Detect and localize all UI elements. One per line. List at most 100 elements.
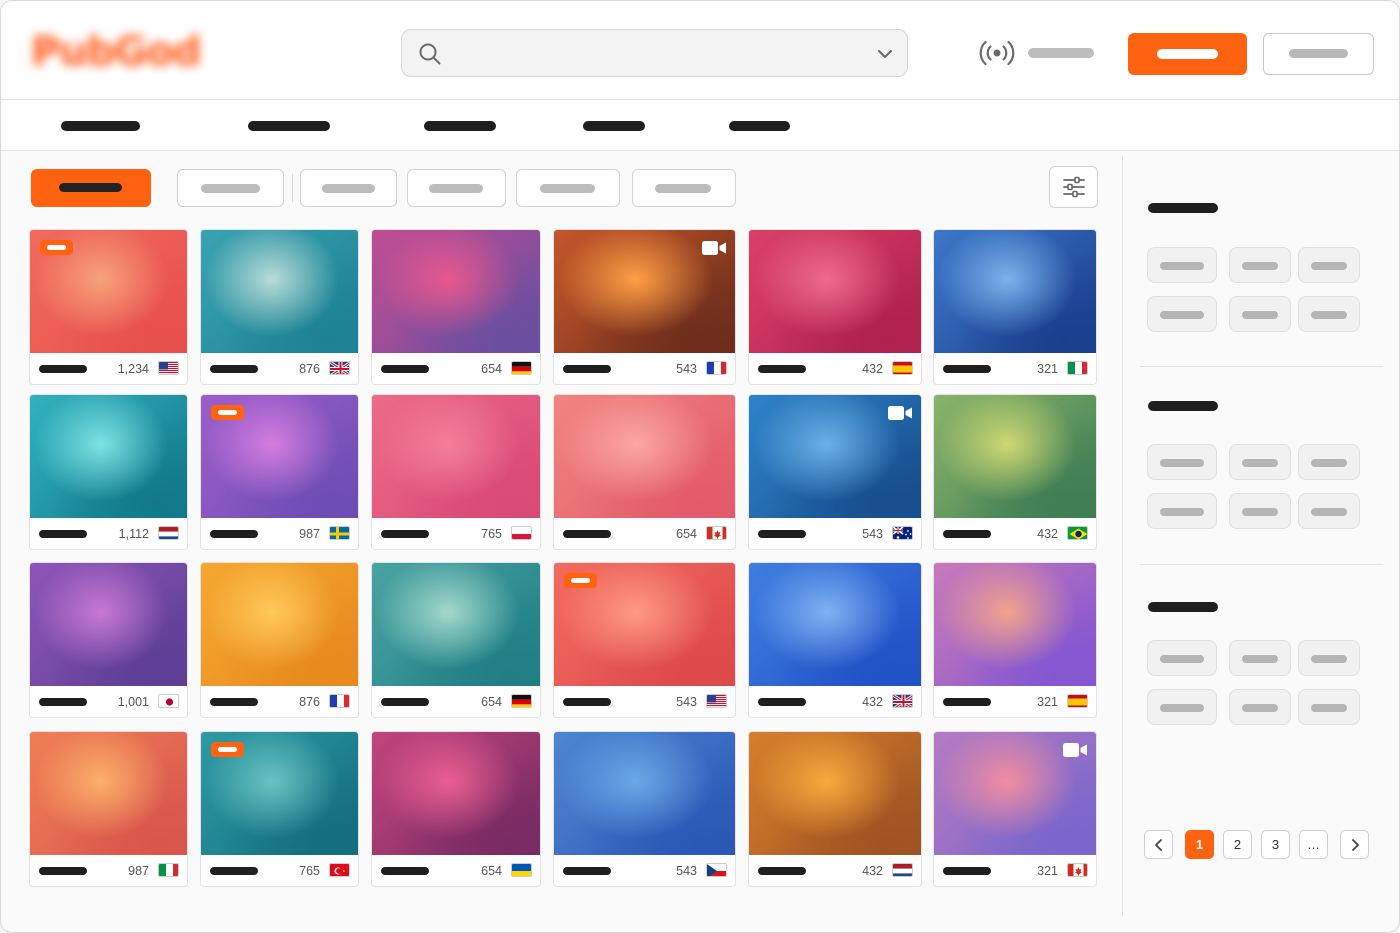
prev-page-button[interactable] [1144, 830, 1173, 859]
logo[interactable]: PubGod [31, 27, 235, 77]
card-title-placeholder[interactable] [943, 867, 991, 875]
video-thumbnail[interactable] [30, 732, 187, 855]
sidebar-tag[interactable] [1298, 493, 1360, 529]
filter-chip[interactable] [407, 169, 506, 207]
card-title-placeholder[interactable] [943, 698, 991, 706]
card-title-placeholder[interactable] [39, 365, 87, 373]
video-card[interactable]: 321 [933, 731, 1097, 887]
card-title-placeholder[interactable] [381, 698, 429, 706]
card-title-placeholder[interactable] [758, 530, 806, 538]
card-title-placeholder[interactable] [943, 530, 991, 538]
nav-item-2[interactable] [248, 121, 330, 131]
card-title-placeholder[interactable] [210, 867, 258, 875]
video-card[interactable]: 432 [748, 731, 922, 887]
video-card[interactable]: 321 [933, 562, 1097, 718]
sidebar-tag[interactable] [1229, 444, 1291, 480]
video-card[interactable]: 543 [553, 562, 736, 718]
video-card[interactable]: 432 [748, 562, 922, 718]
card-title-placeholder[interactable] [943, 365, 991, 373]
nav-item-5[interactable] [729, 121, 790, 131]
card-title-placeholder[interactable] [210, 698, 258, 706]
search-input[interactable] [456, 38, 856, 68]
video-card[interactable]: 987 [200, 394, 359, 550]
card-title-placeholder[interactable] [39, 867, 87, 875]
card-title-placeholder[interactable] [39, 530, 87, 538]
video-card[interactable]: 876 [200, 562, 359, 718]
live-label-placeholder[interactable] [1028, 48, 1094, 58]
video-thumbnail[interactable] [749, 230, 921, 353]
nav-item-1[interactable] [61, 121, 140, 131]
filter-chip[interactable] [516, 169, 620, 207]
card-title-placeholder[interactable] [758, 698, 806, 706]
video-thumbnail[interactable] [372, 230, 540, 353]
video-thumbnail[interactable] [749, 732, 921, 855]
video-card[interactable]: 654 [553, 394, 736, 550]
page-1-button[interactable]: 1 [1185, 830, 1214, 859]
filter-chip[interactable] [177, 169, 284, 207]
video-thumbnail[interactable] [30, 395, 187, 518]
live-broadcast-icon[interactable] [979, 39, 1015, 67]
card-title-placeholder[interactable] [210, 365, 258, 373]
video-card[interactable]: 1,001 [29, 562, 188, 718]
video-card[interactable]: 654 [371, 562, 541, 718]
chevron-down-icon[interactable] [875, 44, 895, 64]
video-card[interactable]: 765 [371, 394, 541, 550]
video-thumbnail[interactable] [749, 563, 921, 686]
secondary-action-button[interactable] [1263, 33, 1374, 75]
card-title-placeholder[interactable] [39, 698, 87, 706]
page-2-button[interactable]: 2 [1223, 830, 1252, 859]
sidebar-tag[interactable] [1298, 444, 1360, 480]
card-title-placeholder[interactable] [758, 867, 806, 875]
sidebar-tag[interactable] [1229, 640, 1291, 676]
filter-chip[interactable] [300, 169, 397, 207]
video-card[interactable]: 543 [748, 394, 922, 550]
sidebar-tag[interactable] [1298, 247, 1360, 283]
primary-action-button[interactable] [1128, 33, 1247, 75]
filter-settings-button[interactable] [1049, 166, 1098, 208]
sidebar-tag[interactable] [1229, 493, 1291, 529]
card-title-placeholder[interactable] [758, 365, 806, 373]
page-3-button[interactable]: 3 [1261, 830, 1290, 859]
video-thumbnail[interactable] [372, 732, 540, 855]
video-thumbnail[interactable] [372, 395, 540, 518]
sidebar-tag[interactable] [1147, 689, 1217, 725]
card-title-placeholder[interactable] [563, 867, 611, 875]
card-title-placeholder[interactable] [563, 530, 611, 538]
filter-chip-active[interactable] [31, 169, 151, 207]
video-card[interactable]: 765 [200, 731, 359, 887]
card-title-placeholder[interactable] [210, 530, 258, 538]
video-card[interactable]: 432 [933, 394, 1097, 550]
card-title-placeholder[interactable] [381, 530, 429, 538]
video-thumbnail[interactable] [30, 563, 187, 686]
card-title-placeholder[interactable] [563, 698, 611, 706]
card-title-placeholder[interactable] [381, 365, 429, 373]
filter-chip[interactable] [632, 169, 736, 207]
video-thumbnail[interactable] [554, 732, 735, 855]
video-card[interactable]: 1,112 [29, 394, 188, 550]
sidebar-tag[interactable] [1298, 296, 1360, 332]
video-card[interactable]: 543 [553, 731, 736, 887]
video-thumbnail[interactable] [934, 395, 1096, 518]
sidebar-tag[interactable] [1298, 689, 1360, 725]
sidebar-tag[interactable] [1229, 296, 1291, 332]
sidebar-tag[interactable] [1147, 493, 1217, 529]
video-card[interactable]: 543 [553, 229, 736, 385]
video-thumbnail[interactable] [554, 395, 735, 518]
nav-item-3[interactable] [424, 121, 496, 131]
next-page-button[interactable] [1340, 830, 1369, 859]
video-card[interactable]: 654 [371, 731, 541, 887]
sidebar-tag[interactable] [1298, 640, 1360, 676]
search-bar[interactable] [401, 29, 908, 77]
video-thumbnail[interactable] [934, 563, 1096, 686]
sidebar-tag[interactable] [1229, 247, 1291, 283]
card-title-placeholder[interactable] [381, 867, 429, 875]
video-card[interactable]: 321 [933, 229, 1097, 385]
video-thumbnail[interactable] [934, 230, 1096, 353]
video-card[interactable]: 654 [371, 229, 541, 385]
video-card[interactable]: 987 [29, 731, 188, 887]
sidebar-tag[interactable] [1147, 640, 1217, 676]
video-card[interactable]: 876 [200, 229, 359, 385]
video-thumbnail[interactable] [372, 563, 540, 686]
sidebar-tag[interactable] [1147, 247, 1217, 283]
video-thumbnail[interactable] [201, 563, 358, 686]
